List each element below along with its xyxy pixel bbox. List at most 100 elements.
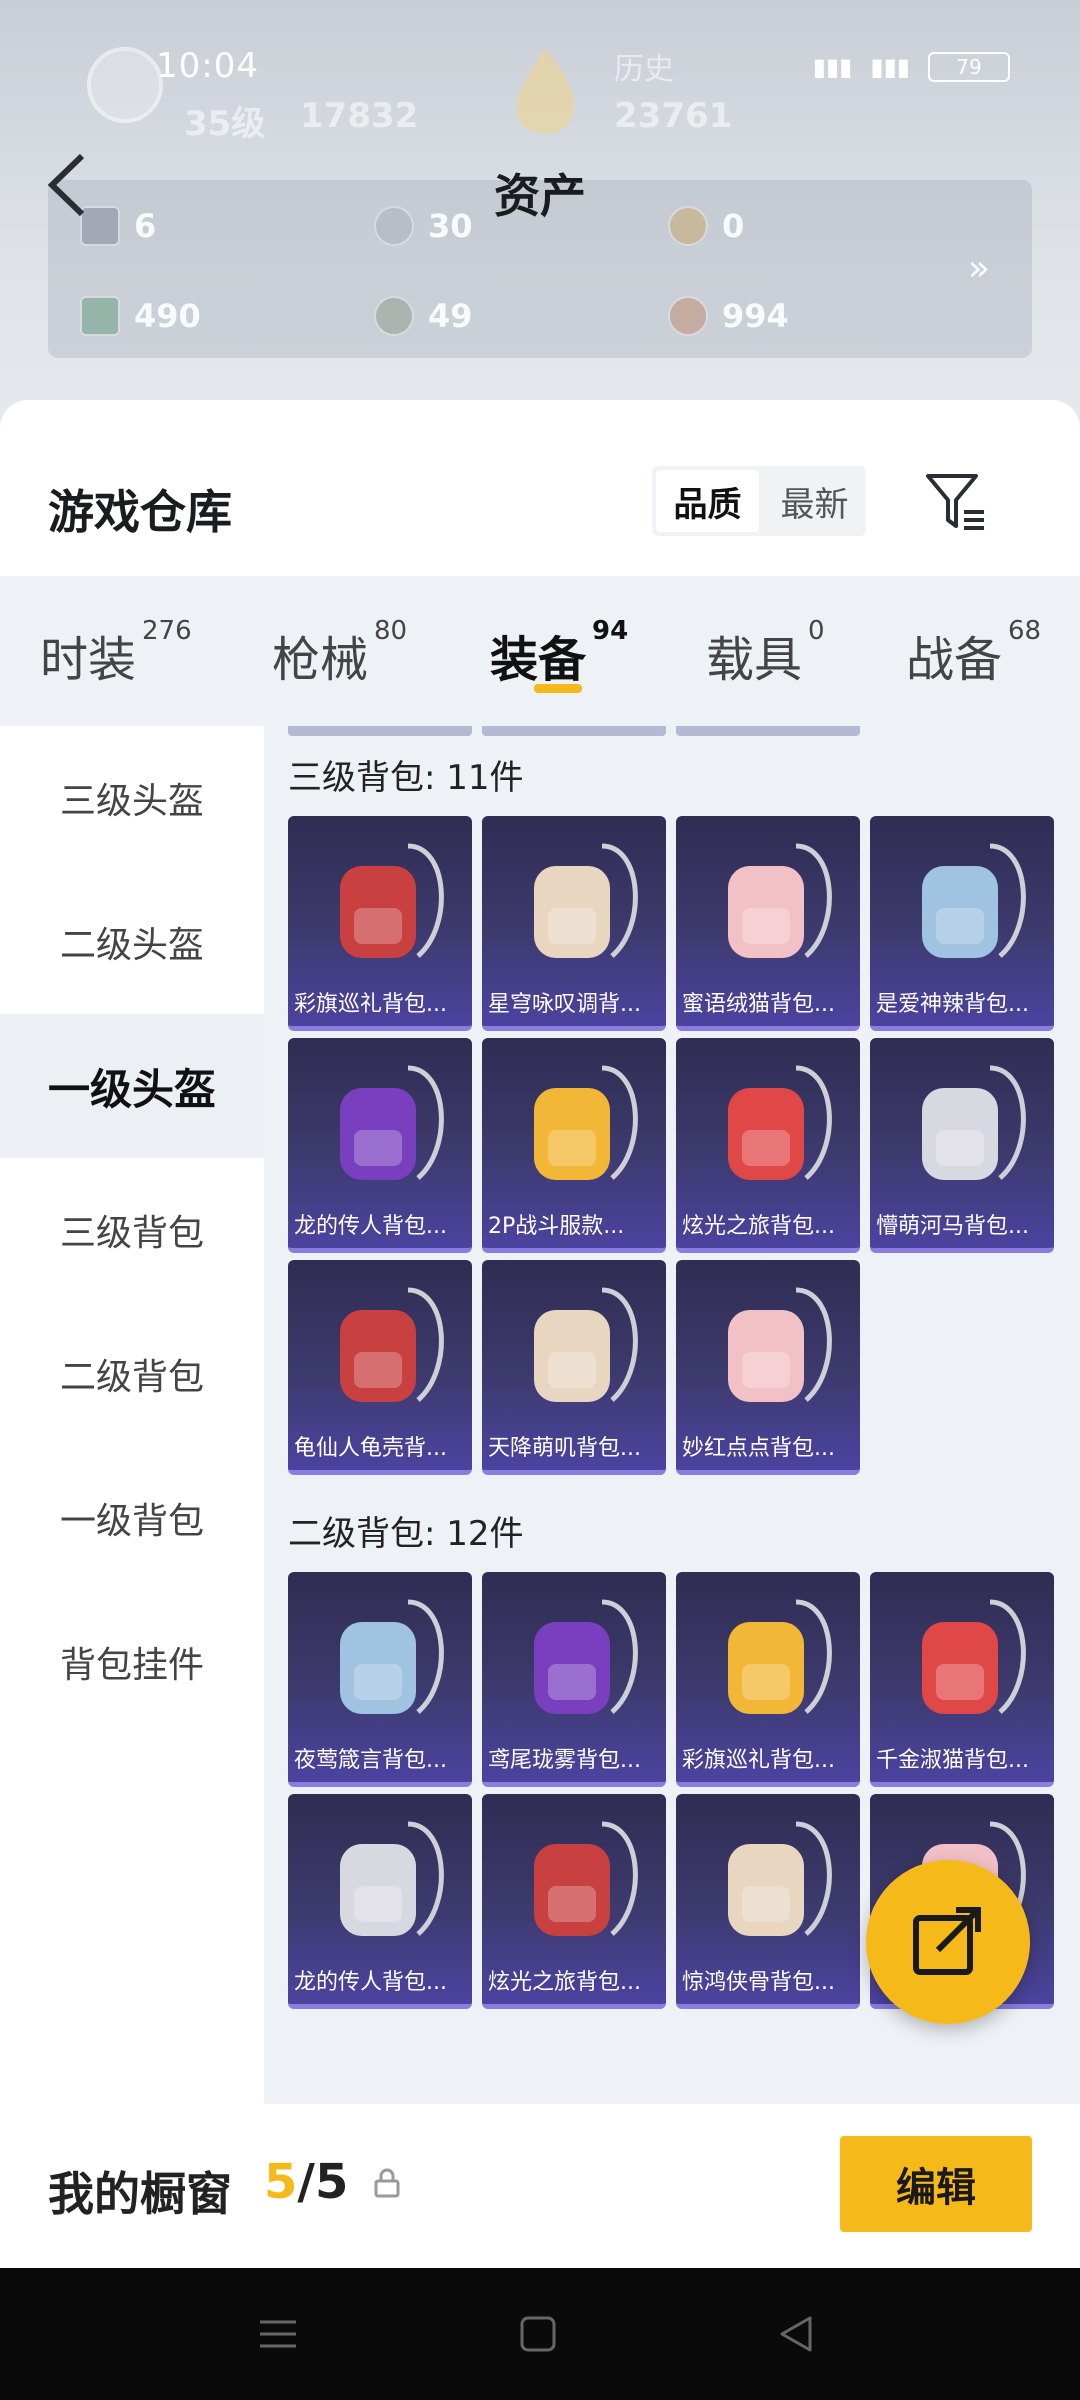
ticket-icon	[80, 296, 120, 336]
backpack-icon	[534, 1065, 638, 1180]
item-name: 炫光之旅背包...	[682, 1214, 835, 1239]
item-card[interactable]: 彩旗巡礼背包...	[288, 816, 472, 1031]
item-card[interactable]: 天降萌叽背包...	[482, 1260, 666, 1475]
bronze-coin-icon	[668, 296, 708, 336]
sidebar-item-level3-backpack[interactable]: 三级背包	[0, 1158, 264, 1302]
sort-latest-option[interactable]: 最新	[763, 466, 866, 536]
tab-vehicles[interactable]: 载具0	[706, 616, 825, 690]
home-icon[interactable]	[518, 2314, 558, 2354]
backpack-icon	[728, 1065, 832, 1180]
asset-item: 49	[374, 296, 473, 336]
item-card[interactable]: 鸢尾珑雾背包...	[482, 1572, 666, 1787]
backpack-icon	[534, 1599, 638, 1714]
item-card[interactable]: 惊鸿侠骨背包...	[676, 1794, 860, 2009]
item-card-partial[interactable]	[482, 726, 666, 736]
backpack-icon	[340, 1287, 444, 1402]
asset-item: 490	[80, 296, 201, 336]
category-tabs: 时装276 枪械80 装备94 载具0 战备68	[0, 576, 1080, 726]
item-name: 星穹咏叹调背...	[488, 992, 641, 1017]
backpack-icon	[340, 1065, 444, 1180]
share-fab[interactable]	[866, 1860, 1030, 2024]
filter-icon[interactable]	[924, 470, 988, 534]
warehouse-title: 游戏仓库	[48, 485, 232, 539]
tab-label: 装备	[490, 632, 587, 688]
item-card[interactable]: 炫光之旅背包...	[676, 1038, 860, 1253]
item-name: 2P战斗服款...	[488, 1214, 625, 1239]
backpack-icon	[534, 843, 638, 958]
item-name: 惊鸿侠骨背包...	[682, 1970, 835, 1995]
item-card[interactable]: 夜莺箴言背包...	[288, 1572, 472, 1787]
item-name: 夜莺箴言背包...	[294, 1748, 447, 1773]
backpack-icon	[922, 843, 1026, 958]
item-name: 是爱神辣背包...	[876, 992, 1029, 1017]
item-card[interactable]: 千金淑猫背包...	[870, 1572, 1054, 1787]
menu-icon[interactable]	[258, 2314, 298, 2354]
system-nav-bar	[0, 2268, 1080, 2400]
showcase-bar: 我的橱窗 5/5 编辑	[0, 2104, 1080, 2268]
item-card-partial[interactable]	[676, 726, 860, 736]
item-name: 鸢尾珑雾背包...	[488, 1748, 641, 1773]
status-time: 10:04	[156, 46, 259, 86]
item-card[interactable]: 龙的传人背包...	[288, 1794, 472, 2009]
section-label: 三级背包: 11件	[288, 758, 524, 798]
signal-icon-2: ▮▮▮	[870, 53, 910, 81]
item-card[interactable]: 彩旗巡礼背包...	[676, 1572, 860, 1787]
sidebar-item-level1-backpack[interactable]: 一级背包	[0, 1446, 264, 1590]
tab-count: 94	[592, 616, 629, 646]
subcategory-sidebar: 三级头盔 二级头盔 一级头盔 三级背包 二级背包 一级背包 背包挂件	[0, 726, 264, 2270]
item-card[interactable]: 龟仙人龟壳背...	[288, 1260, 472, 1475]
tab-guns[interactable]: 枪械80	[272, 616, 407, 690]
item-name: 炫光之旅背包...	[488, 1970, 641, 1995]
item-name: 龟仙人龟壳背...	[294, 1436, 447, 1461]
asset-more-button[interactable]: »	[968, 248, 990, 289]
sidebar-item-backpack-pendant[interactable]: 背包挂件	[0, 1590, 264, 1734]
item-name: 懵萌河马背包...	[876, 1214, 1029, 1239]
player-level: 35级	[184, 104, 266, 144]
item-card[interactable]: 蜜语绒猫背包...	[676, 816, 860, 1031]
back-icon[interactable]	[776, 2314, 816, 2354]
item-name: 龙的传人背包...	[294, 1970, 447, 1995]
battery-icon: 79	[928, 52, 1010, 82]
sidebar-item-level2-backpack[interactable]: 二级背包	[0, 1302, 264, 1446]
item-card[interactable]: 炫光之旅背包...	[482, 1794, 666, 2009]
item-card[interactable]: 是爱神辣背包...	[870, 816, 1054, 1031]
asset-value: 490	[134, 297, 201, 335]
sidebar-item-level1-helmet[interactable]: 一级头盔	[0, 1014, 264, 1158]
item-name: 彩旗巡礼背包...	[682, 1748, 835, 1773]
tab-supplies[interactable]: 战备68	[906, 616, 1041, 690]
signal-icon: ▮▮▮	[812, 53, 853, 81]
backpack-icon	[534, 1821, 638, 1936]
backpack-icon	[340, 843, 444, 958]
item-card[interactable]: 懵萌河马背包...	[870, 1038, 1054, 1253]
item-card[interactable]: 星穹咏叹调背...	[482, 816, 666, 1031]
page-title: 资产	[494, 169, 586, 223]
tab-count: 68	[1008, 616, 1042, 646]
showcase-total: /5	[297, 2154, 349, 2210]
item-name: 天降萌叽背包...	[488, 1436, 641, 1461]
backpack-icon	[728, 1287, 832, 1402]
sidebar-item-level3-helmet[interactable]: 三级头盔	[0, 726, 264, 870]
asset-header: 35级 17832 历史 23761 10:04 ▮▮▮ ▮▮▮ 79 6 30…	[0, 0, 1080, 440]
active-tab-indicator	[534, 684, 582, 693]
backpack-icon	[534, 1287, 638, 1402]
edit-button[interactable]: 编辑	[840, 2136, 1032, 2232]
item-card[interactable]: 2P战斗服款...	[482, 1038, 666, 1253]
item-grid-area: 三级背包: 11件 彩旗巡礼背包... 星穹咏叹调背... 蜜语绒猫背包... 是爱神…	[264, 726, 1080, 2270]
item-name: 千金淑猫背包...	[876, 1748, 1029, 1773]
lock-icon	[374, 2168, 400, 2198]
backpack-icon	[340, 1599, 444, 1714]
tab-count: 80	[374, 616, 408, 646]
backpack-icon	[728, 1821, 832, 1936]
item-card-partial[interactable]	[288, 726, 472, 736]
sort-quality-option[interactable]: 品质	[656, 470, 759, 532]
item-card[interactable]: 龙的传人背包...	[288, 1038, 472, 1253]
item-card[interactable]: 妙红点点背包...	[676, 1260, 860, 1475]
showcase-current: 5	[264, 2154, 298, 2210]
showcase-count: 5/5	[264, 2154, 348, 2210]
sort-toggle: 品质 最新	[652, 466, 866, 536]
sidebar-item-level2-helmet[interactable]: 二级头盔	[0, 870, 264, 1014]
tab-equipment[interactable]: 装备94	[490, 616, 628, 690]
item-name: 妙红点点背包...	[682, 1436, 835, 1461]
item-name: 彩旗巡礼背包...	[294, 992, 447, 1017]
tab-fashion[interactable]: 时装276	[40, 616, 192, 690]
